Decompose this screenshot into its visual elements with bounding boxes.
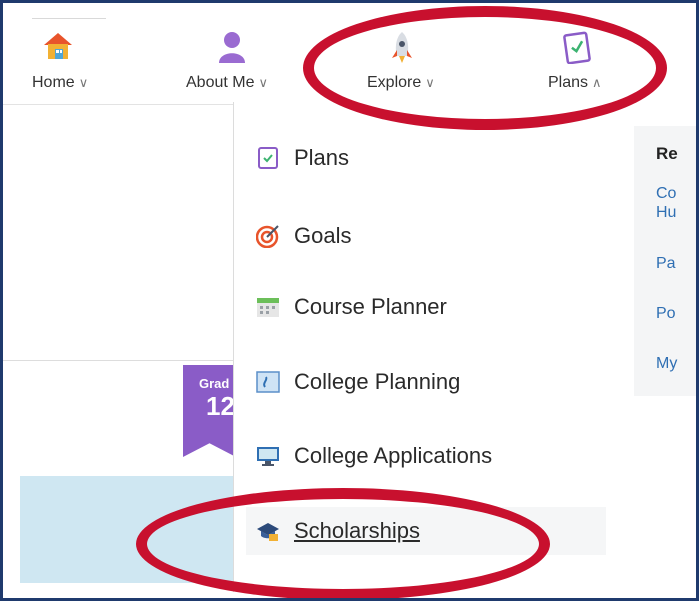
menu-item-label: College Applications [294,443,493,468]
person-icon [216,30,248,69]
nav-plans-label: Plans [548,74,589,91]
resource-link[interactable]: Po [656,304,676,323]
nav-home[interactable]: Home ∨ [32,20,112,104]
rocket-icon [389,30,415,69]
chevron-down-icon: ∨ [425,75,435,90]
monitor-icon [256,444,280,468]
top-divider [32,18,106,19]
grade-number: 12 [206,391,235,421]
target-icon [256,224,280,248]
resource-link[interactable]: Hu [656,203,676,222]
menu-item-plans[interactable]: Plans [256,134,606,182]
menu-item-label: Plans [294,145,350,170]
menu-item-scholarships[interactable]: Scholarships [246,507,606,555]
resource-link[interactable]: My [656,354,677,373]
chevron-down-icon: ∨ [258,75,268,90]
plans-dropdown-menu: Plans Goals Course Planner College Plann… [233,102,699,592]
menu-item-label: Goals [294,223,352,248]
menu-item-course-planner[interactable]: Course Planner [256,283,606,331]
menu-item-label: College Planning [294,369,461,394]
menu-item-goals[interactable]: Goals [256,212,606,260]
resources-panel: Re Co Hu Pa Po My [634,126,699,396]
background-banner [20,476,236,583]
grade-label: Grad [199,376,230,391]
top-navigation: Home ∨ About Me ∨ Explore ∨ Plans ∧ [0,20,699,105]
house-icon [42,30,74,67]
nav-home-label: Home [32,74,75,91]
chevron-up-icon: ∧ [592,75,602,90]
college-planning-icon [256,370,280,394]
menu-item-college-applications[interactable]: College Applications [256,432,606,480]
calendar-icon [256,295,280,319]
resource-link[interactable]: Co [656,184,676,203]
background-panel [0,105,236,360]
section-divider [0,360,236,361]
nav-explore[interactable]: Explore ∨ [367,20,462,104]
chevron-down-icon: ∨ [78,75,89,90]
clipboard-icon [562,30,592,69]
nav-about-me-label: About Me [186,74,255,91]
resource-link[interactable]: Pa [656,254,676,273]
menu-item-label: Course Planner [294,294,447,319]
clipboard-icon [256,146,280,170]
nav-explore-label: Explore [367,74,422,91]
resources-title: Re [656,144,678,163]
nav-about-me[interactable]: About Me ∨ [186,20,296,104]
nav-plans[interactable]: Plans ∧ [548,20,623,104]
menu-item-label: Scholarships [294,518,420,543]
graduation-cap-icon [256,519,280,543]
menu-item-college-planning[interactable]: College Planning [256,358,606,406]
